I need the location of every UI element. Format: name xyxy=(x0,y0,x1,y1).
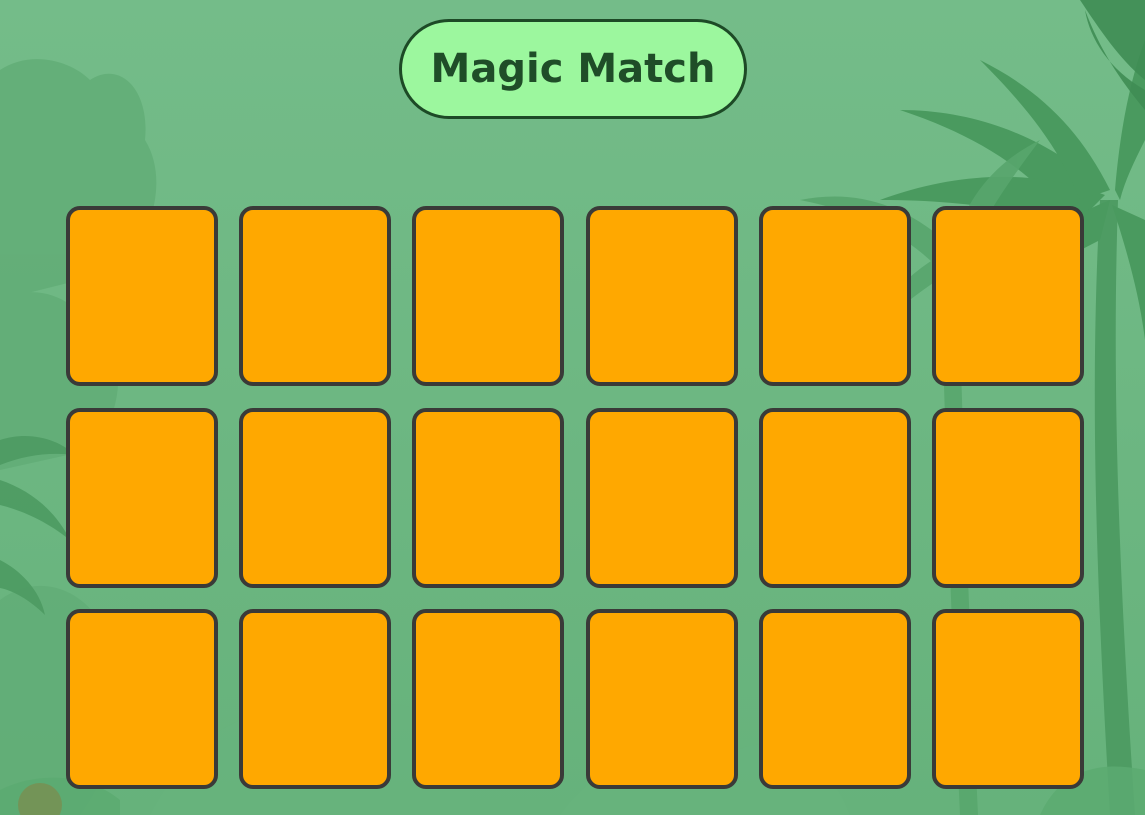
card-r1-c2[interactable] xyxy=(239,206,392,386)
card-r3-c2[interactable] xyxy=(239,609,392,789)
card-r2-c5[interactable] xyxy=(758,407,911,588)
card-r1-c6[interactable] xyxy=(931,206,1084,386)
card-r2-c6[interactable] xyxy=(931,407,1084,588)
card-r2-c3[interactable] xyxy=(412,407,565,588)
card-r1-c1[interactable] xyxy=(66,206,218,386)
card-r1-c5[interactable] xyxy=(758,206,911,386)
card-grid xyxy=(66,206,1084,789)
card-r3-c6[interactable] xyxy=(931,609,1084,789)
card-r2-c2[interactable] xyxy=(239,407,392,588)
card-r3-c5[interactable] xyxy=(758,609,911,789)
card-r3-c3[interactable] xyxy=(412,609,565,789)
card-r1-c4[interactable] xyxy=(585,206,738,386)
card-r2-c1[interactable] xyxy=(66,407,218,588)
card-r1-c3[interactable] xyxy=(412,206,565,386)
card-r3-c4[interactable] xyxy=(585,609,738,789)
game-title: Magic Match xyxy=(430,46,716,92)
card-r3-c1[interactable] xyxy=(66,609,218,789)
card-r2-c4[interactable] xyxy=(585,407,738,588)
game-title-banner: Magic Match xyxy=(399,19,747,119)
